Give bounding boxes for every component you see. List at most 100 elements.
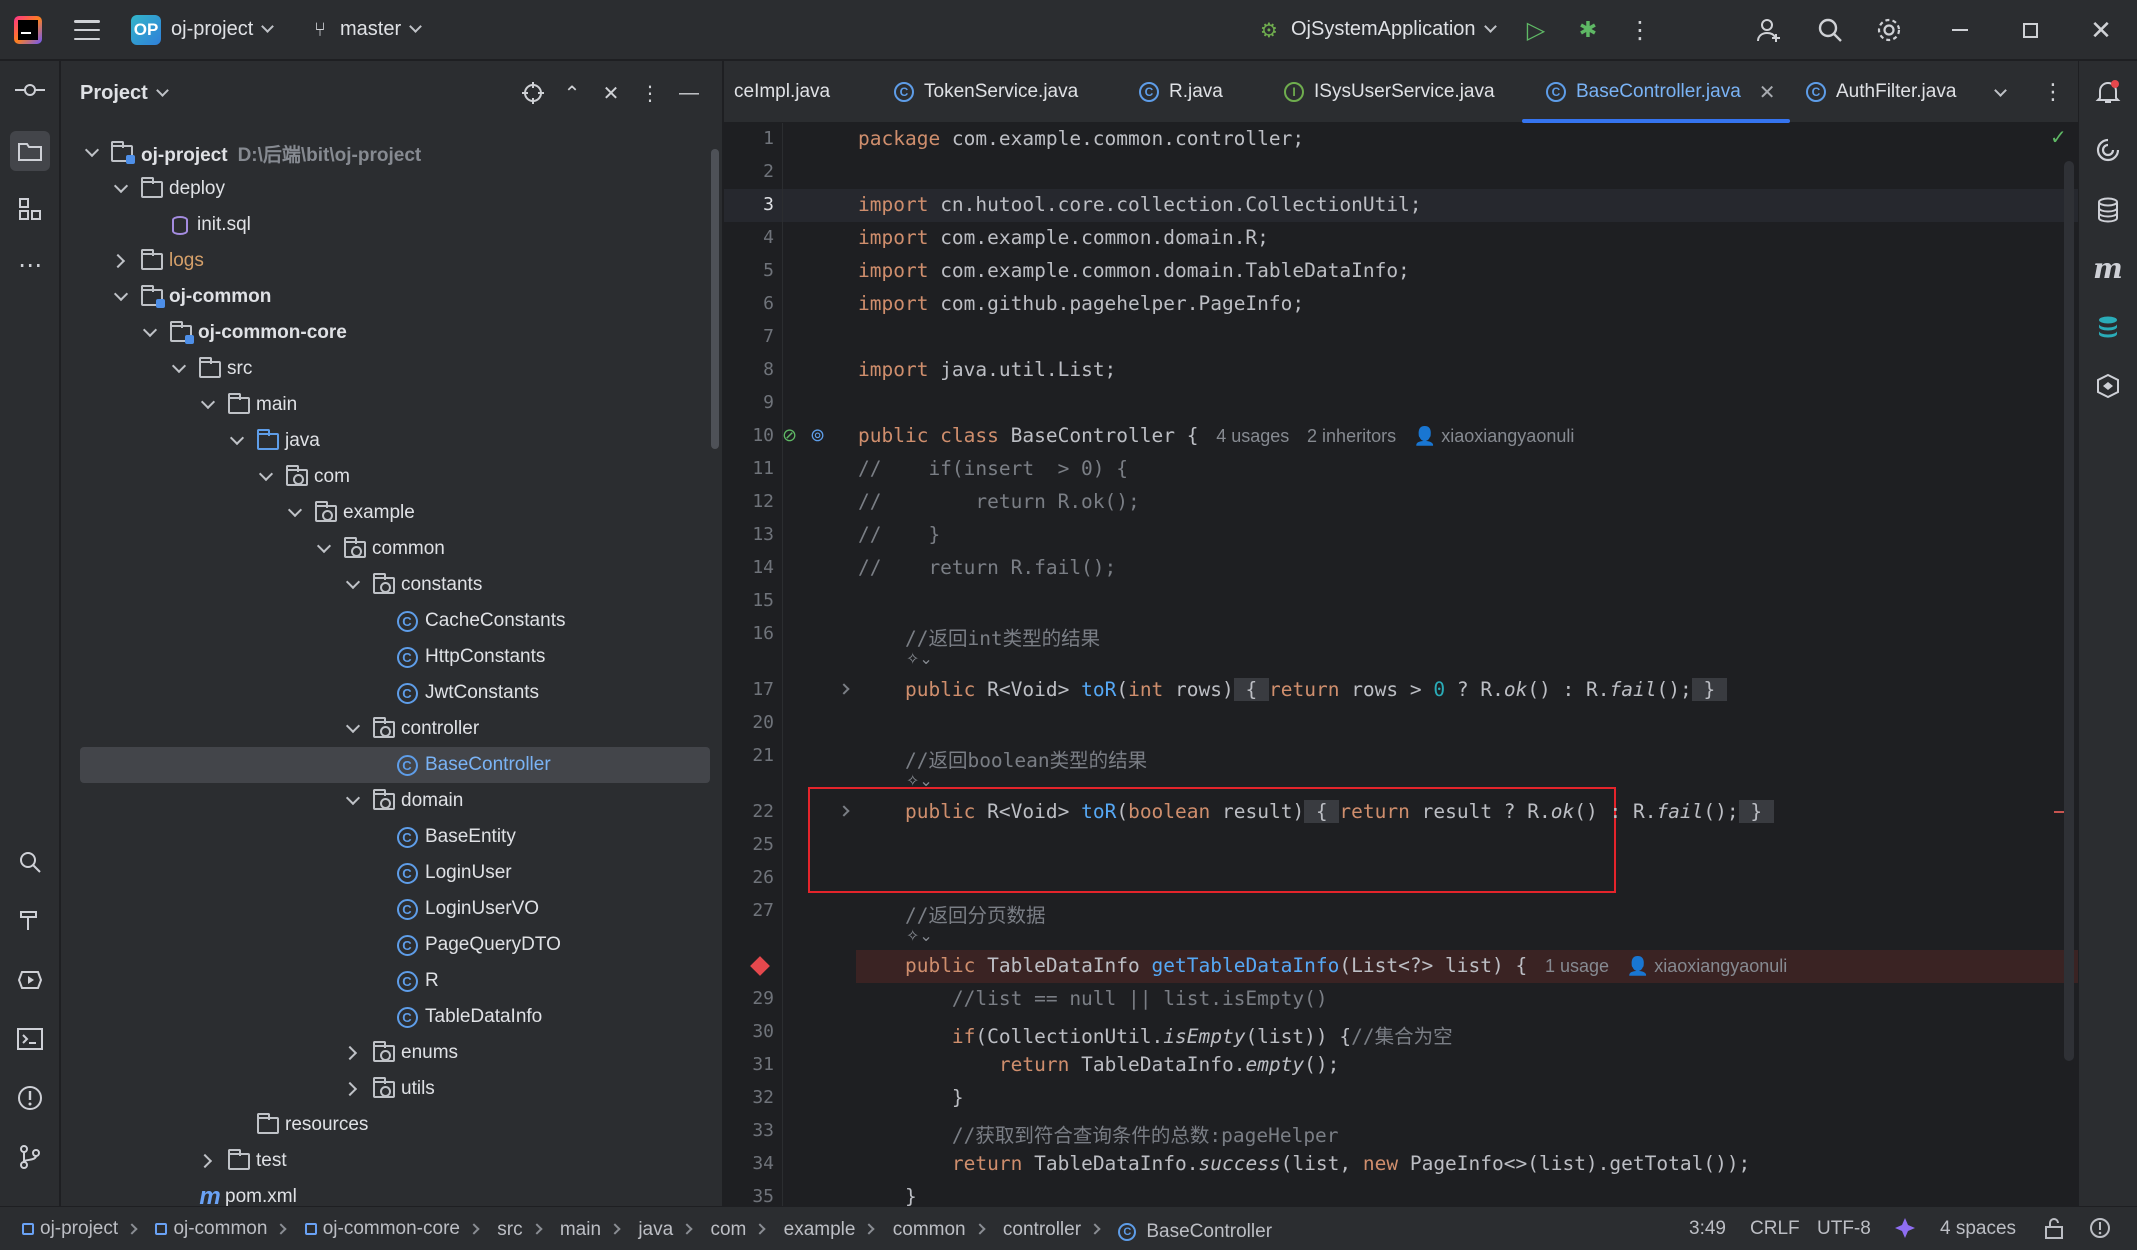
breadcrumb-oj-common[interactable]: oj-common [155,1218,267,1240]
search-icon[interactable] [1814,14,1846,46]
services-icon[interactable] [12,962,48,998]
tree-item-example[interactable]: example [61,495,722,531]
inheritors-hint[interactable]: 2 inheritors [1307,426,1396,446]
close-tab-icon[interactable]: ✕ [1759,80,1776,105]
tree-item-resources[interactable]: resources [61,1107,722,1143]
breadcrumb-example[interactable]: example [784,1219,856,1241]
breakpoint-icon[interactable] [750,956,770,976]
fold-arrow-icon[interactable] [838,805,850,817]
chevron-down-icon[interactable] [345,574,361,590]
problems-status-icon[interactable] [2089,1217,2111,1245]
expand-all-icon[interactable]: ⌃ [558,79,586,107]
chevron-down-icon[interactable] [171,358,187,374]
tab-isysuserservice[interactable]: I ISysUserService.java [1284,61,1495,123]
tab-basecontroller[interactable]: C BaseController.java ✕ [1522,61,1790,123]
tree-item-httpconstants[interactable]: C HttpConstants [61,639,722,675]
tree-item-common[interactable]: common [61,531,722,567]
breadcrumb-main[interactable]: main [560,1219,601,1241]
tree-item-oj-common[interactable]: oj-common [61,279,722,315]
tree-item-constants[interactable]: constants [61,567,722,603]
tree-item-domain[interactable]: domain [61,783,722,819]
fold-arrow-icon[interactable] [838,683,850,695]
usage-hint[interactable]: 1 usage [1545,956,1609,976]
tree-item-java[interactable]: java [61,423,722,459]
tree-item-src[interactable]: src [61,351,722,387]
more-tools-icon[interactable]: ⋯ [12,247,48,283]
chevron-down-icon[interactable] [345,718,361,734]
tab-r[interactable]: C R.java [1139,61,1223,123]
maximize-icon[interactable] [2014,14,2046,46]
ai-assist-icon[interactable]: ✧⌄ [906,771,933,791]
notifications-bell-icon[interactable] [2090,74,2126,110]
breadcrumb-java[interactable]: java [638,1219,673,1241]
tree-item-jwtconstants[interactable]: C JwtConstants [61,675,722,711]
tabs-more-icon[interactable]: ⋮ [2042,79,2064,105]
locate-file-icon[interactable] [519,79,547,107]
tabs-dropdown-icon[interactable] [1994,79,2007,105]
options-icon[interactable]: ⋮ [636,79,664,107]
line-separator[interactable]: CRLF [1750,1218,1800,1240]
chevron-down-icon[interactable] [113,286,129,302]
project-selector[interactable]: oj-project [171,18,275,41]
maven-m-icon[interactable]: m [2090,250,2126,286]
ai-assist-icon[interactable]: ✧⌄ [906,649,933,669]
tree-item-logs[interactable]: logs [61,243,722,279]
tree-item-enums[interactable]: enums [61,1035,722,1071]
project-view-selector[interactable]: Project [80,82,169,105]
terminal-icon[interactable] [12,1021,48,1057]
tree-item-baseentity[interactable]: C BaseEntity [61,819,722,855]
ai-status-icon[interactable] [1893,1216,1917,1246]
breadcrumb-oj-project[interactable]: oj-project [22,1218,118,1240]
tree-item-init-sql[interactable]: init.sql [61,207,722,243]
tree-item-cacheconstants[interactable]: C CacheConstants [61,603,722,639]
add-user-icon[interactable] [1753,14,1785,46]
breadcrumb-com[interactable]: com [710,1219,746,1241]
author-hint[interactable]: 👤 xiaoxiangyaonuli [1627,956,1788,976]
breadcrumb-basecontroller[interactable]: C BaseController [1118,1221,1272,1243]
editor-scrollbar[interactable] [2064,161,2074,1061]
indent-setting[interactable]: 4 spaces [1940,1218,2016,1240]
find-icon[interactable] [12,844,48,880]
project-badge[interactable]: OP [131,15,161,45]
tree-item-oj-project[interactable]: oj-project D:\后端\bit\oj-project [61,135,722,171]
tree-item-loginuser[interactable]: C LoginUser [61,855,722,891]
chevron-down-icon[interactable] [287,502,303,518]
tree-item-basecontroller[interactable]: C BaseController [80,747,710,783]
inheritors-icon[interactable]: ⊚ [810,425,825,446]
main-menu-icon[interactable] [74,17,100,43]
file-encoding[interactable]: UTF-8 [1817,1218,1871,1240]
git-icon[interactable] [12,1139,48,1175]
breadcrumb-controller[interactable]: controller [1003,1219,1081,1241]
redis-database-icon[interactable] [2090,310,2126,346]
breadcrumb-src[interactable]: src [497,1219,522,1241]
tree-item-loginuservo[interactable]: C LoginUserVO [61,891,722,927]
database-icon[interactable] [2090,192,2126,228]
chevron-down-icon[interactable] [316,538,332,554]
tree-item-deploy[interactable]: deploy [61,171,722,207]
code-area[interactable]: 1 package com.example.common.controller; … [724,123,2078,1206]
settings-gear-icon[interactable] [1873,14,1905,46]
read-only-lock-icon[interactable] [2044,1217,2064,1245]
tree-item-tabledatainfo[interactable]: C TableDataInfo [61,999,722,1035]
run-icon[interactable]: ▷ [1520,14,1552,46]
chevron-right-icon[interactable] [197,1153,213,1169]
tree-item-pagequerydto[interactable]: C PageQueryDTO [61,927,722,963]
tab-serviceimpl[interactable]: ceImpl.java [734,61,830,123]
chevron-down-icon[interactable] [84,142,100,158]
ai-assist-icon[interactable]: ✧⌄ [906,926,933,946]
collapse-all-icon[interactable]: ✕ [597,79,625,107]
breadcrumb-common[interactable]: common [893,1219,966,1241]
chevron-down-icon[interactable] [142,322,158,338]
run-config-selector[interactable]: OjSystemApplication [1291,18,1497,41]
caret-position[interactable]: 3:49 [1689,1218,1726,1240]
breadcrumb-oj-common-core[interactable]: oj-common-core [304,1218,460,1240]
chevron-right-icon[interactable] [110,253,126,269]
chevron-down-icon[interactable] [258,466,274,482]
project-folder-icon[interactable] [10,131,50,171]
chevron-down-icon[interactable] [113,178,129,194]
tab-authfilter[interactable]: C AuthFilter.java [1806,61,1956,123]
tree-item-oj-common-core[interactable]: oj-common-core [61,315,722,351]
chevron-down-icon[interactable] [345,790,361,806]
tree-item-com[interactable]: com [61,459,722,495]
tree-item-main[interactable]: main [61,387,722,423]
